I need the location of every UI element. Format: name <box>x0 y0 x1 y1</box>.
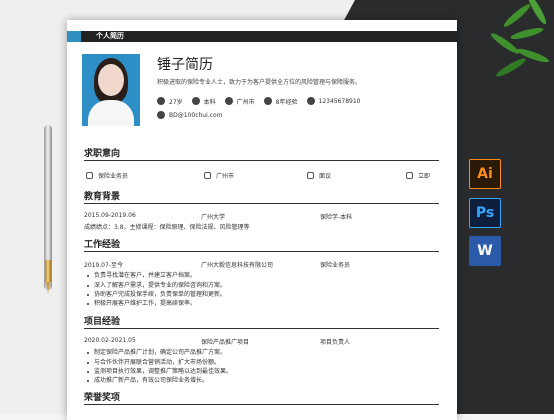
work-row: 2019.07-至今 广州大毅信息科技有限公司 保险业务员 <box>84 260 439 269</box>
intent-position: 保险业务员 <box>86 171 128 180</box>
project-name: 保险产品推广项目 <box>201 339 250 346</box>
info-age: 27岁 <box>157 96 183 106</box>
resume-header-label: 个人简历 <box>96 32 124 40</box>
section-education: 教育背景 <box>84 191 439 204</box>
info-phone: 12345678910 <box>306 96 361 106</box>
email-icon <box>157 111 165 119</box>
pen-image <box>44 125 52 294</box>
project-bullet: 制定保险产品推广计划，确定公司产品推广方案。 <box>87 347 226 356</box>
work-bullet: 积极开展客户维护工作，提高续保率。 <box>87 298 196 307</box>
section-title: 项目经验 <box>84 317 121 327</box>
education-row: 2015.09-2019.06 广州大学 保险学-本科 <box>84 212 439 221</box>
header-accent <box>67 31 81 42</box>
profile-photo <box>82 54 140 126</box>
experience-icon <box>263 97 272 105</box>
phone-icon <box>306 97 315 105</box>
education-date: 2015.09-2019.06 <box>84 212 136 219</box>
section-title: 荣誉奖项 <box>84 393 121 403</box>
project-bullet: 成功推广新产品，有效公司保险业务增长。 <box>87 375 208 384</box>
info-degree: 本科 <box>191 96 216 106</box>
project-row: 2020.02-2021.05 保险产品推广项目 项目负责人 <box>84 337 439 346</box>
work-bullet: 深入了解客户需求，提供专业的保险咨询和方案。 <box>87 280 226 289</box>
project-role: 项目负责人 <box>320 339 351 346</box>
section-project: 项目经验 <box>84 316 439 329</box>
project-bullet: 监测项目执行效果，调整推广策略以达到最佳效果。 <box>87 366 232 375</box>
info-experience: 8年经验 <box>263 96 298 106</box>
info-email: BD@100chui.com <box>157 111 222 119</box>
plant-image <box>480 0 554 90</box>
work-bullet: 负责寻找潜在客户，并建立客户档案。 <box>87 270 196 279</box>
candidate-name: 锤子简历 <box>157 57 213 73</box>
work-position: 保险业务员 <box>320 262 351 269</box>
resume-document: 个人简历 锤子简历 积极进取的保险专业人士，致力于为客户提供全方位的风险管理与保… <box>67 20 457 420</box>
work-date: 2019.07-至今 <box>84 262 123 269</box>
resume-header-bar: 个人简历 <box>67 31 457 42</box>
intent-availability: 立即 <box>406 171 430 180</box>
photoshop-icon: Ps <box>469 198 501 228</box>
project-bullet: 与合作伙伴开展联合营销活动，扩大市场份额。 <box>87 357 220 366</box>
section-title: 教育背景 <box>84 192 121 202</box>
education-detail: 成绩绩点：3.8，主修课程：保险原理、保险法规、风险管理等 <box>84 224 250 231</box>
intent-salary: 面议 <box>307 171 331 180</box>
briefcase-icon <box>86 172 93 179</box>
age-icon <box>157 97 165 105</box>
section-work: 工作经验 <box>84 239 439 252</box>
building-icon <box>204 172 211 179</box>
candidate-intro: 积极进取的保险专业人士，致力于为客户提供全方位的风险管理与保障服务。 <box>157 79 362 86</box>
section-title: 工作经验 <box>84 240 121 250</box>
salary-icon <box>307 172 314 179</box>
section-intent: 求职意向 <box>84 148 439 161</box>
degree-icon <box>191 97 200 105</box>
section-title: 求职意向 <box>84 149 121 159</box>
illustrator-icon: Ai <box>469 159 501 189</box>
location-icon <box>224 97 233 105</box>
education-major: 保险学-本科 <box>320 214 353 221</box>
education-school: 广州大学 <box>201 214 226 221</box>
work-company: 广州大毅信息科技有限公司 <box>201 262 274 269</box>
pen-grip <box>45 260 51 282</box>
clock-icon <box>406 172 413 179</box>
project-date: 2020.02-2021.05 <box>84 337 136 344</box>
info-city: 广州市 <box>224 96 255 106</box>
basic-info: 27岁 本科 广州市 8年经验 12345678910 <box>157 96 370 106</box>
section-honors: 荣誉奖项 <box>84 392 439 405</box>
word-icon: W <box>469 236 501 266</box>
intent-city: 广州市 <box>204 171 234 180</box>
work-bullet: 协助客户完成投保手续，负责保单的管理和更新。 <box>87 289 226 298</box>
